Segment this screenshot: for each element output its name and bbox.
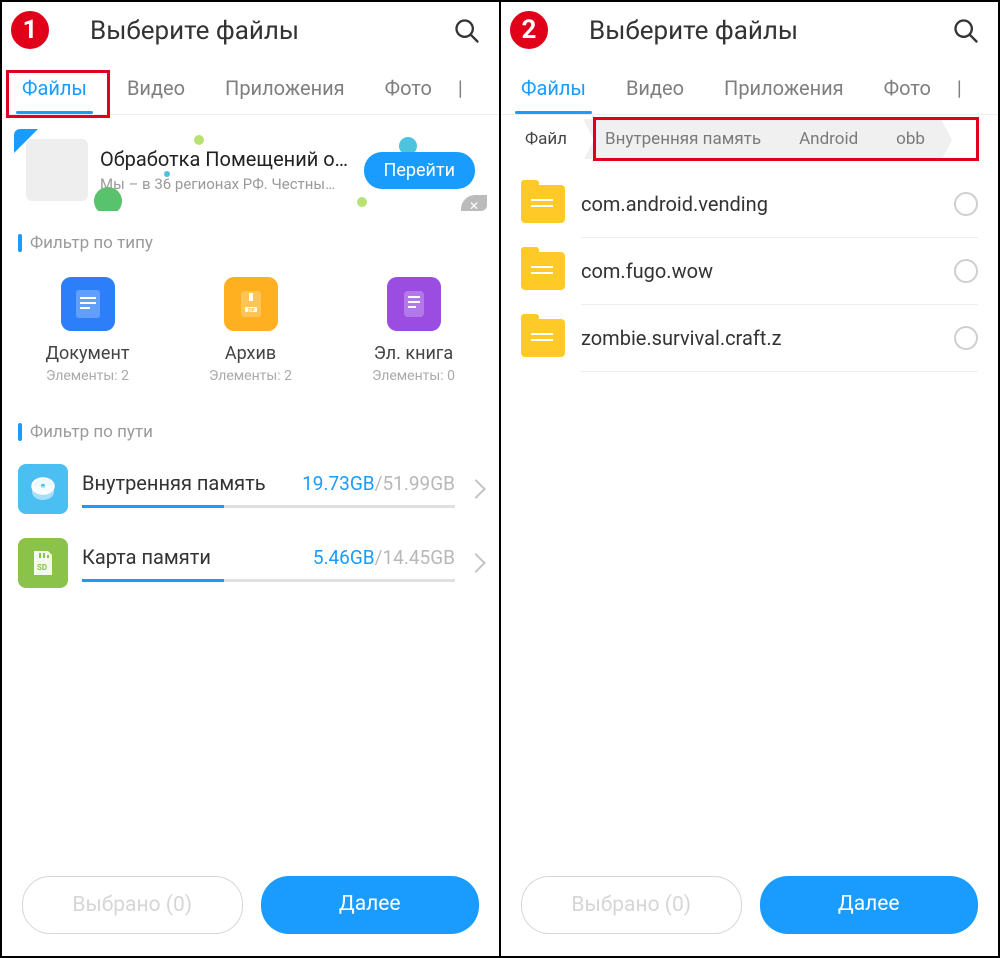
ebook-icon (387, 277, 441, 331)
category-ebook[interactable]: Эл. книга Элементы: 0 (332, 267, 495, 394)
select-radio[interactable] (954, 192, 978, 216)
filter-path-header: Фильтр по пути (18, 422, 483, 442)
document-icon (61, 277, 115, 331)
file-name: zombie.survival.craft.z (565, 326, 954, 350)
search-icon[interactable] (453, 17, 481, 45)
header: Выберите файлы (501, 2, 998, 64)
tab-more[interactable]: | (951, 64, 962, 114)
tab-photo[interactable]: Фото (864, 64, 951, 114)
highlight-breadcrumb (593, 117, 979, 161)
category-count: Элементы: 0 (336, 368, 491, 384)
filter-type-header: Фильтр по типу (18, 233, 483, 253)
category-name: Эл. книга (336, 343, 491, 364)
file-name: com.android.vending (565, 192, 954, 216)
category-name: Архив (173, 343, 328, 364)
pane-1: 1 Выберите файлы Файлы Видео Приложения … (0, 0, 501, 958)
storage-sdcard[interactable]: SD Карта памяти 5.46GB/14.45GB (18, 526, 483, 600)
sd-icon: SD (18, 538, 68, 588)
step-badge-1: 1 (8, 8, 52, 52)
svg-text:SD: SD (37, 563, 47, 572)
storage-fill (82, 505, 224, 508)
tab-files[interactable]: Файлы (501, 64, 606, 114)
archive-icon: ZIP (224, 277, 278, 331)
storage-internal[interactable]: Внутренняя память 19.73GB/51.99GB (18, 452, 483, 526)
pane-2: 2 Выберите файлы Файлы Видео Приложения … (501, 0, 1000, 958)
category-archive[interactable]: ZIP Архив Элементы: 2 (169, 267, 332, 394)
list-item[interactable]: com.fugo.wow (501, 238, 998, 304)
storage-bar (82, 579, 455, 582)
folder-icon (521, 252, 565, 290)
storage-fill (82, 579, 224, 582)
page-title: Выберите файлы (519, 16, 952, 46)
storage-used: 5.46GB (313, 546, 375, 569)
tab-more[interactable]: | (452, 64, 463, 114)
filter-by-path-section: Фильтр по пути (2, 404, 499, 448)
search-icon[interactable] (952, 17, 980, 45)
storage-total: / (375, 472, 383, 495)
footer: Выбрано (0) Далее (2, 858, 499, 956)
ad-thumbnail (26, 139, 88, 201)
storage-name: Внутренняя память (82, 471, 302, 495)
chevron-right-icon (466, 479, 486, 499)
tab-photo[interactable]: Фото (365, 64, 452, 114)
file-list: com.android.vending com.fugo.wow zombie.… (501, 163, 998, 380)
svg-text:ZIP: ZIP (247, 308, 254, 314)
selected-count-button[interactable]: Выбрано (0) (521, 876, 742, 934)
highlight-tab-files (6, 70, 110, 118)
file-name: com.fugo.wow (565, 259, 954, 283)
step-badge-2: 2 (507, 8, 551, 52)
ad-go-button[interactable]: Перейти (364, 152, 475, 189)
header: Выберите файлы (2, 2, 499, 64)
crumb-root[interactable]: Файл (515, 119, 583, 159)
category-count: Элементы: 2 (10, 368, 165, 384)
tab-apps[interactable]: Приложения (205, 64, 365, 114)
folder-icon (521, 185, 565, 223)
category-name: Документ (10, 343, 165, 364)
next-button[interactable]: Далее (261, 876, 480, 934)
category-document[interactable]: Документ Элементы: 2 (6, 267, 169, 394)
categories: Документ Элементы: 2 ZIP Архив Элементы:… (2, 259, 499, 404)
ad-card[interactable]: Обработка Помещений о… Мы – в 36 региона… (14, 129, 487, 211)
tab-apps[interactable]: Приложения (704, 64, 864, 114)
filter-by-type-section: Фильтр по типу (2, 215, 499, 259)
storage-bar (82, 505, 455, 508)
select-radio[interactable] (954, 259, 978, 283)
list-item[interactable]: com.android.vending (501, 171, 998, 237)
disk-icon (18, 464, 68, 514)
ad-title: Обработка Помещений о… (100, 147, 352, 171)
tab-video[interactable]: Видео (107, 64, 205, 114)
select-radio[interactable] (954, 326, 978, 350)
tabs: Файлы Видео Приложения Фото | (501, 64, 998, 115)
storage-list: Внутренняя память 19.73GB/51.99GB SD Кар… (2, 448, 499, 600)
folder-icon (521, 319, 565, 357)
tab-video[interactable]: Видео (606, 64, 704, 114)
ad-close-icon[interactable]: ✕ (461, 195, 487, 211)
page-title: Выберите файлы (20, 16, 453, 46)
category-count: Элементы: 2 (173, 368, 328, 384)
selected-count-button[interactable]: Выбрано (0) (22, 876, 243, 934)
list-item[interactable]: zombie.survival.craft.z (501, 305, 998, 371)
chevron-right-icon (466, 553, 486, 573)
next-button[interactable]: Далее (760, 876, 979, 934)
storage-name: Карта памяти (82, 545, 313, 569)
storage-used: 19.73GB (302, 472, 375, 495)
ad-subtitle: Мы – в 36 регионах РФ. Честны… (100, 175, 352, 193)
footer: Выбрано (0) Далее (501, 858, 998, 956)
